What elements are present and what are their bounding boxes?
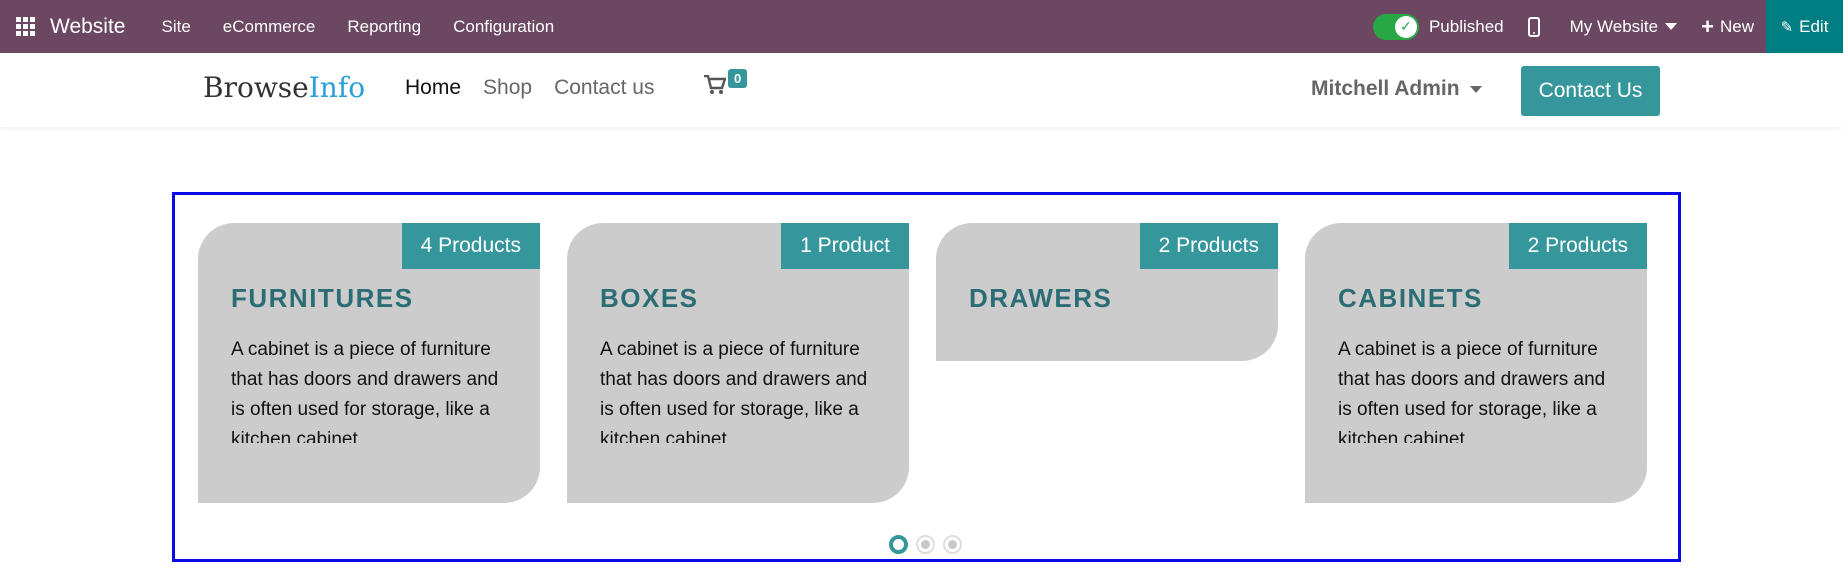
edit-label: Edit xyxy=(1799,16,1829,36)
site-nav: Home Shop Contact us xyxy=(394,76,665,100)
carousel-dot-2[interactable] xyxy=(916,535,935,554)
carousel-indicators xyxy=(885,535,966,554)
category-title: BOXES xyxy=(600,283,699,313)
product-count-badge: 2 Products xyxy=(1508,223,1647,269)
menu-configuration[interactable]: Configuration xyxy=(437,0,570,53)
contact-us-button[interactable]: Contact Us xyxy=(1521,66,1660,116)
carousel-dot-3[interactable] xyxy=(943,535,962,554)
nav-shop[interactable]: Shop xyxy=(472,76,543,100)
site-header: BrowseInfo Home Shop Contact us 0 Mitche… xyxy=(0,53,1843,127)
admin-actions: ✓ Published My Website + New ✎ Edit xyxy=(1372,0,1843,53)
category-description: A cabinet is a piece of furniture that h… xyxy=(600,339,868,443)
logo-info: Info xyxy=(308,71,366,104)
category-title: DRAWERS xyxy=(969,283,1113,313)
new-button[interactable]: + New xyxy=(1701,13,1754,39)
cart-link[interactable]: 0 xyxy=(704,69,748,95)
cart-count-badge: 0 xyxy=(728,69,748,88)
nav-contact-us[interactable]: Contact us xyxy=(543,76,665,100)
app-name[interactable]: Website xyxy=(50,15,125,39)
site-logo[interactable]: BrowseInfo xyxy=(203,71,365,104)
website-selector-label: My Website xyxy=(1569,16,1659,36)
category-card-boxes[interactable]: 1 Product BOXES A cabinet is a piece of … xyxy=(567,223,909,503)
user-menu[interactable]: Mitchell Admin xyxy=(1311,77,1482,101)
plus-icon: + xyxy=(1701,13,1714,39)
menu-site[interactable]: Site xyxy=(145,0,206,53)
category-description: A cabinet is a piece of furniture that h… xyxy=(1338,339,1606,443)
mobile-preview-icon[interactable] xyxy=(1527,16,1540,37)
product-count-badge: 2 Products xyxy=(1139,223,1278,269)
category-card-cabinets[interactable]: 2 Products CABINETS A cabinet is a piece… xyxy=(1305,223,1647,503)
new-label: New xyxy=(1719,16,1754,36)
published-label[interactable]: Published xyxy=(1429,17,1504,37)
product-count-badge: 1 Product xyxy=(781,223,909,269)
admin-menu: Site eCommerce Reporting Configuration xyxy=(145,0,570,53)
check-icon: ✓ xyxy=(1394,15,1417,38)
category-title: CABINETS xyxy=(1338,283,1483,313)
admin-navbar: Website Site eCommerce Reporting Configu… xyxy=(0,0,1843,53)
logo-browse: Browse xyxy=(203,71,309,104)
edit-button[interactable]: ✎ Edit xyxy=(1766,0,1843,53)
shopping-cart-icon xyxy=(704,75,726,94)
product-count-badge: 4 Products xyxy=(401,223,540,269)
menu-ecommerce[interactable]: eCommerce xyxy=(207,0,332,53)
menu-reporting[interactable]: Reporting xyxy=(331,0,437,53)
pencil-icon: ✎ xyxy=(1780,18,1794,36)
website-selector[interactable]: My Website xyxy=(1570,17,1678,37)
published-toggle[interactable]: ✓ xyxy=(1372,13,1419,40)
apps-menu-icon[interactable] xyxy=(0,0,50,53)
user-name: Mitchell Admin xyxy=(1311,77,1460,100)
caret-down-icon xyxy=(1469,85,1482,93)
caret-down-icon xyxy=(1665,23,1678,30)
category-title: FURNITURES xyxy=(231,283,414,313)
nav-home[interactable]: Home xyxy=(394,76,472,100)
category-carousel[interactable]: 4 Products FURNITURES A cabinet is a pie… xyxy=(172,192,1681,562)
carousel-dot-1[interactable] xyxy=(889,535,908,554)
category-description: A cabinet is a piece of furniture that h… xyxy=(231,339,499,443)
category-card-furnitures[interactable]: 4 Products FURNITURES A cabinet is a pie… xyxy=(198,223,540,503)
category-card-drawers[interactable]: 2 Products DRAWERS xyxy=(936,223,1278,361)
